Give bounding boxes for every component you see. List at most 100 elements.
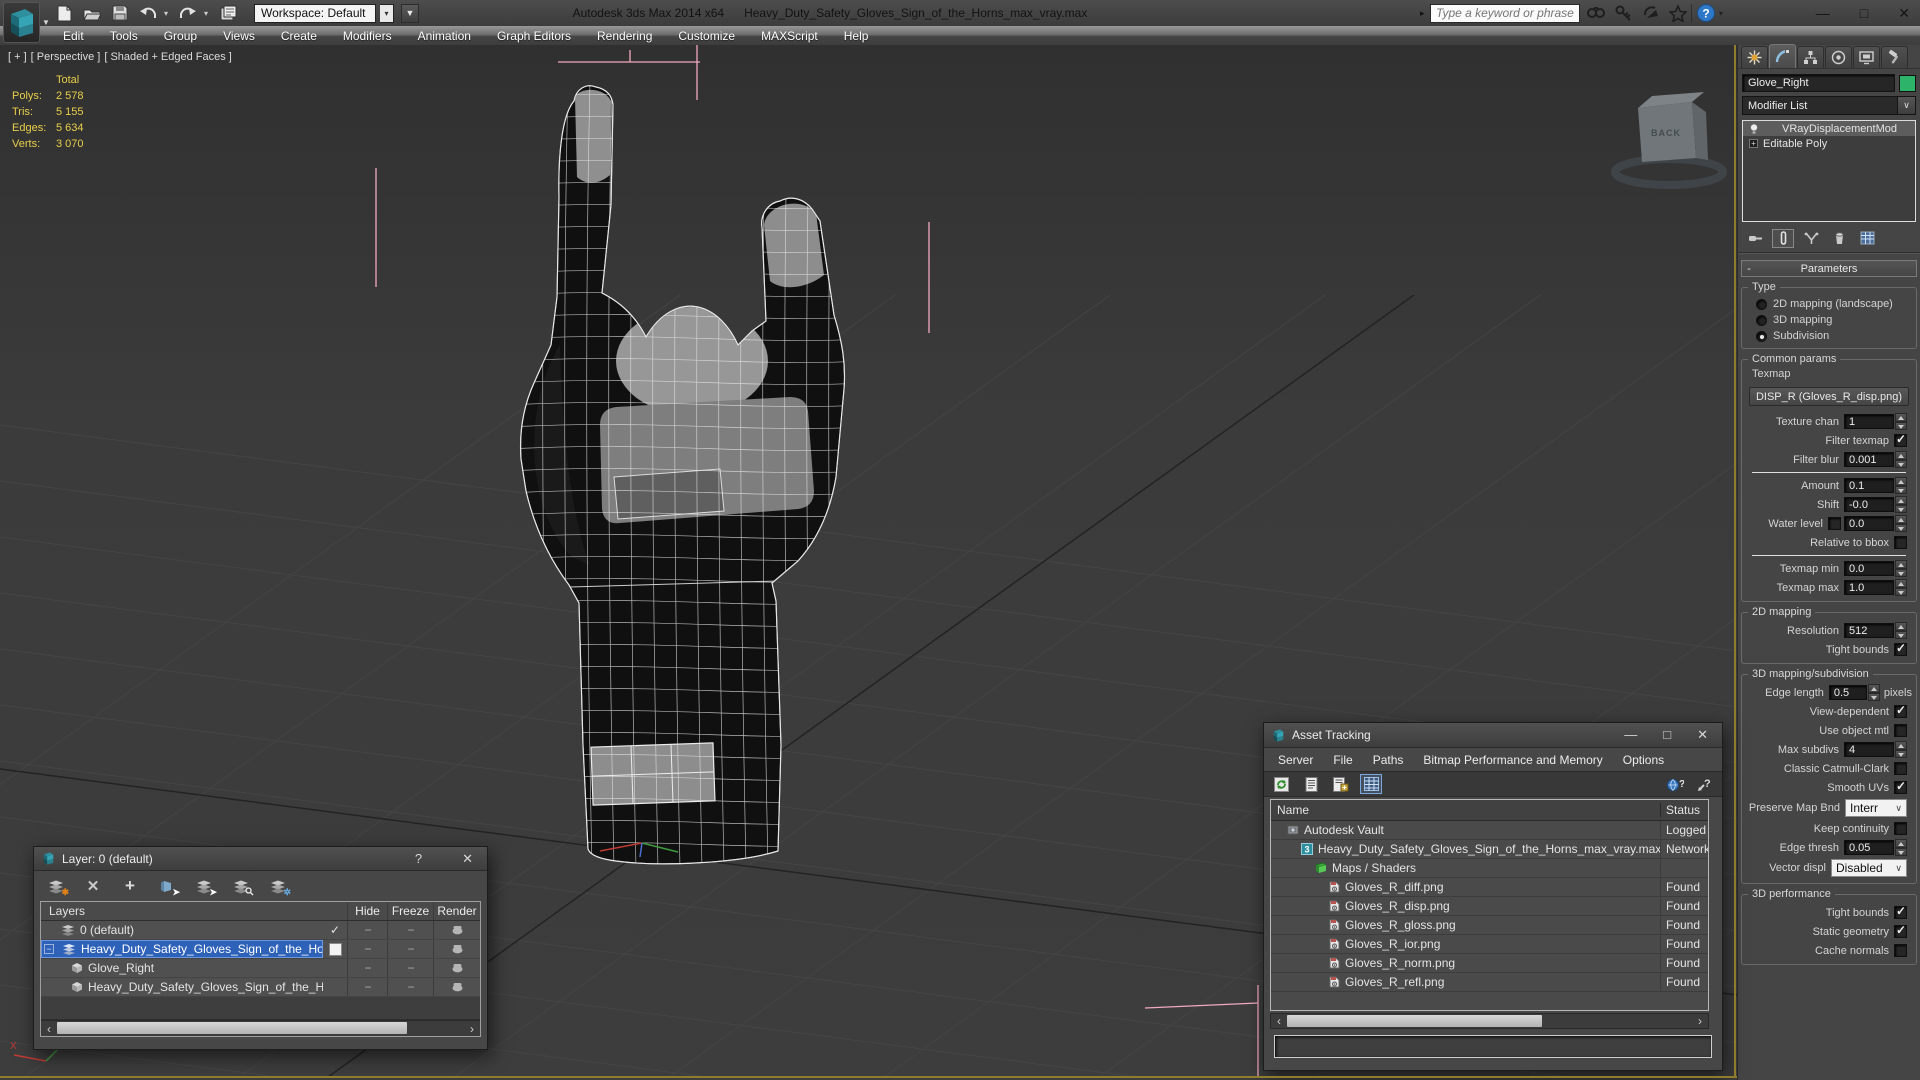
minimize-button[interactable]: —	[1624, 727, 1637, 743]
preserve-map-bnd-select[interactable]: Interr ∨	[1845, 799, 1907, 817]
column-status[interactable]: Status	[1660, 803, 1708, 817]
object-row-glove-right[interactable]: Glove_Right − −	[41, 959, 480, 978]
tab-display[interactable]	[1853, 46, 1880, 68]
menu-options[interactable]: Options	[1615, 753, 1672, 767]
radio-icon[interactable]	[1756, 298, 1767, 310]
view-dependent-checkbox[interactable]	[1894, 703, 1907, 718]
column-render[interactable]: Render	[433, 902, 480, 920]
menu-server[interactable]: Server	[1270, 753, 1321, 767]
asset-table-hscrollbar[interactable]: ‹ ›	[1270, 1013, 1709, 1029]
texture-chan-spinner[interactable]	[1895, 413, 1907, 430]
help-caret-icon[interactable]: ▾	[1719, 9, 1723, 18]
menu-tools[interactable]: Tools	[97, 29, 151, 43]
table-row-bitmap[interactable]: Gloves_R_norm.png Found	[1271, 954, 1708, 973]
scrollbar-track[interactable]	[57, 1021, 464, 1036]
layer-table-hscrollbar[interactable]: ‹ ›	[41, 1020, 480, 1036]
add-to-layer-button[interactable]: +	[118, 876, 142, 896]
table-row-bitmap[interactable]: Gloves_R_ior.png Found	[1271, 935, 1708, 954]
amount-field[interactable]: 0.1	[1844, 478, 1894, 493]
water-level-field[interactable]: 0.0	[1844, 516, 1894, 531]
modifier-stack-item-vray-displacement[interactable]: VRayDisplacementMod	[1743, 121, 1915, 136]
texmap-button[interactable]: DISP_R (Gloves_R_disp.png)	[1749, 387, 1909, 406]
edge-length-field[interactable]: 0.5	[1828, 685, 1867, 700]
menu-modifiers[interactable]: Modifiers	[330, 29, 405, 43]
scroll-right-icon[interactable]: ›	[1692, 1014, 1708, 1028]
resolution-field[interactable]: 512	[1844, 623, 1894, 638]
menu-create[interactable]: Create	[268, 29, 330, 43]
new-scene-button[interactable]	[52, 2, 76, 24]
column-layers[interactable]: Layers	[41, 902, 323, 920]
scroll-right-icon[interactable]: ›	[464, 1022, 480, 1036]
highlight-layer-button[interactable]	[229, 876, 254, 896]
edge-length-spinner[interactable]	[1867, 684, 1880, 701]
modifier-list-chevron-icon[interactable]: ∨	[1898, 96, 1916, 115]
application-menu-button[interactable]	[3, 2, 40, 43]
freeze-toggle[interactable]: −	[387, 921, 433, 939]
max-subdivs-spinner[interactable]	[1895, 741, 1907, 758]
scroll-left-icon[interactable]: ‹	[41, 1022, 57, 1036]
tight-bounds-2d-checkbox[interactable]	[1894, 641, 1907, 656]
hide-toggle[interactable]: −	[347, 921, 387, 939]
edge-thresh-field[interactable]: 0.05	[1844, 840, 1894, 855]
render-toggle[interactable]	[433, 921, 480, 939]
resolution-spinner[interactable]	[1895, 622, 1907, 639]
modifier-list-dropdown[interactable]: Modifier List ∨	[1742, 96, 1916, 115]
help-icon[interactable]: ?	[1696, 3, 1716, 23]
cache-normals-checkbox[interactable]	[1894, 944, 1907, 957]
static-geometry-checkbox[interactable]	[1894, 923, 1907, 938]
undo-button[interactable]	[136, 2, 160, 24]
project-folder-button[interactable]	[216, 2, 240, 24]
amount-spinner[interactable]	[1895, 477, 1907, 494]
column-freeze[interactable]: Freeze	[387, 902, 433, 920]
glove-model[interactable]	[508, 81, 864, 869]
texmap-max-spinner[interactable]	[1895, 579, 1907, 596]
hide-toggle[interactable]: −	[347, 959, 387, 977]
report-view-button[interactable]	[1300, 774, 1322, 794]
minimize-button[interactable]: —	[1816, 5, 1830, 21]
delete-layer-button[interactable]: ✕	[81, 876, 105, 896]
context-help-icon[interactable]: ?	[1694, 774, 1716, 794]
filter-blur-field[interactable]: 0.001	[1844, 452, 1894, 467]
lightbulb-icon[interactable]	[1749, 122, 1759, 135]
use-object-mtl-checkbox[interactable]	[1894, 724, 1907, 737]
current-layer-check[interactable]: ✓	[323, 921, 347, 939]
scroll-left-icon[interactable]: ‹	[1271, 1014, 1287, 1028]
object-row-gloves-group[interactable]: Heavy_Duty_Safety_Gloves_Sign_of_the_Hor…	[41, 978, 480, 997]
search-icon[interactable]	[1586, 5, 1606, 21]
layer-row-selected[interactable]: − Heavy_Duty_Safety_Gloves_Sign_of_the_H…	[41, 940, 480, 959]
layer-table-header[interactable]: Layers Hide Freeze Render	[41, 902, 480, 921]
smooth-uvs-checkbox[interactable]	[1894, 779, 1907, 794]
keep-continuity-checkbox[interactable]	[1894, 822, 1907, 835]
current-layer-checkbox[interactable]	[323, 940, 347, 958]
shift-field[interactable]: -0.0	[1844, 497, 1894, 512]
column-name[interactable]: Name	[1271, 803, 1660, 817]
type-option-subdivision[interactable]: Subdivision	[1744, 328, 1914, 344]
menu-file[interactable]: File	[1325, 753, 1360, 767]
water-level-checkbox[interactable]	[1828, 517, 1841, 530]
tab-hierarchy[interactable]	[1797, 46, 1824, 68]
scrollbar-track[interactable]	[1287, 1014, 1692, 1028]
menu-paths[interactable]: Paths	[1365, 753, 1412, 767]
classic-catmull-checkbox[interactable]	[1894, 762, 1907, 775]
menu-animation[interactable]: Animation	[405, 29, 484, 43]
maximize-button[interactable]: □	[1663, 727, 1671, 743]
table-row-bitmap[interactable]: Gloves_R_diff.png Found	[1271, 878, 1708, 897]
parameters-rollout-header[interactable]: - Parameters	[1741, 260, 1917, 277]
freeze-toggle[interactable]: −	[387, 978, 433, 996]
table-row-max-file[interactable]: 3 Heavy_Duty_Safety_Gloves_Sign_of_the_H…	[1271, 840, 1708, 859]
redo-history-caret-icon[interactable]: ▾	[204, 9, 212, 18]
radio-icon[interactable]	[1756, 314, 1767, 326]
viewport-pov-menu[interactable]: [ Perspective ]	[31, 51, 101, 63]
collapse-icon[interactable]: −	[44, 944, 54, 954]
texture-chan-field[interactable]: 1	[1844, 414, 1894, 429]
pin-stack-button[interactable]	[1744, 229, 1766, 248]
table-row-bitmap[interactable]: Gloves_R_refl.png Found	[1271, 973, 1708, 992]
workspace-menu-button[interactable]: ▼	[401, 3, 419, 23]
asset-tracking-titlebar[interactable]: Asset Tracking — □ ✕	[1264, 723, 1722, 748]
menu-maxscript[interactable]: MAXScript	[748, 29, 831, 43]
view-cube[interactable]: BACK	[1611, 92, 1727, 189]
tab-utilities[interactable]	[1881, 46, 1908, 68]
freeze-toggle[interactable]: −	[387, 959, 433, 977]
shift-spinner[interactable]	[1895, 496, 1907, 513]
menu-views[interactable]: Views	[210, 29, 268, 43]
